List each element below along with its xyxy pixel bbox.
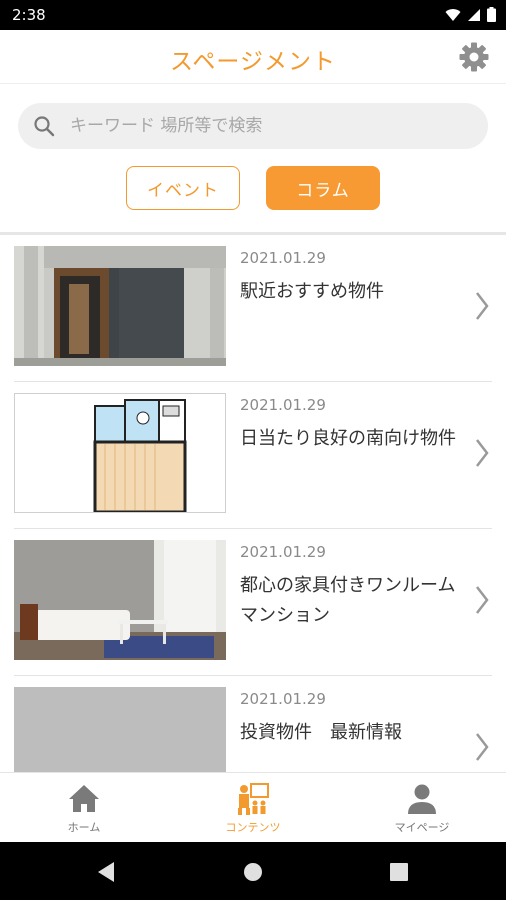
list-item[interactable]: 2021.01.29 駅近おすすめ物件: [0, 235, 506, 382]
system-nav-bar: [0, 842, 506, 900]
article-date: 2021.01.29: [240, 396, 326, 414]
list-item[interactable]: 2021.01.29 投資物件 最新情報: [0, 676, 506, 772]
bottom-tab-bar: ホーム コンテンツ マイページ: [0, 772, 506, 842]
tab-home[interactable]: ホーム: [0, 773, 168, 843]
article-date: 2021.01.29: [240, 690, 326, 708]
status-bar: 2:38: [0, 0, 506, 30]
article-list: 2021.01.29 駅近おすすめ物件 2021.01.29 日当たり良好の南向…: [0, 235, 506, 772]
tab-label: マイページ: [394, 821, 450, 834]
chevron-right-icon: [474, 291, 490, 321]
article-title: 日当たり良好の南向け物件: [240, 428, 456, 449]
app-header: スページメント: [0, 30, 506, 84]
search-bar: [18, 103, 488, 149]
event-filter-button[interactable]: イベント: [126, 166, 240, 210]
back-icon[interactable]: [96, 861, 116, 887]
list-item[interactable]: 2021.01.29 都心の家具付きワンルームマンション: [0, 529, 506, 676]
chevron-right-icon: [474, 732, 490, 762]
article-title: 駅近おすすめ物件: [240, 281, 384, 302]
home-circle-icon[interactable]: [243, 862, 263, 886]
recents-icon[interactable]: [390, 863, 408, 885]
status-icons: [445, 7, 496, 26]
chevron-right-icon: [474, 585, 490, 615]
wifi-icon: [445, 7, 461, 26]
tab-label: ホーム: [67, 821, 101, 834]
floor-plan-image: [14, 393, 226, 513]
tab-label: コンテンツ: [225, 821, 281, 834]
tab-contents[interactable]: コンテンツ: [169, 773, 337, 843]
signal-icon: [467, 7, 481, 26]
column-filter-button[interactable]: コラム: [266, 166, 380, 210]
article-title: 都心の家具付きワンルームマンション: [240, 575, 456, 626]
search-icon: [32, 114, 56, 138]
building-entrance-photo: [14, 246, 226, 366]
tab-mypage[interactable]: マイページ: [338, 773, 506, 843]
placeholder-image: [14, 687, 226, 772]
chevron-right-icon: [474, 438, 490, 468]
article-date: 2021.01.29: [240, 543, 326, 561]
home-icon: [64, 781, 104, 817]
page-title: スページメント: [170, 49, 336, 75]
battery-icon: [487, 7, 496, 26]
search-input[interactable]: [70, 103, 470, 149]
person-icon: [402, 781, 442, 817]
article-date: 2021.01.29: [240, 249, 326, 267]
article-title: 投資物件 最新情報: [240, 722, 402, 743]
furnished-room-photo: [14, 540, 226, 660]
contents-icon: [233, 781, 273, 817]
status-time: 2:38: [12, 6, 46, 24]
list-item[interactable]: 2021.01.29 日当たり良好の南向け物件: [0, 382, 506, 529]
gear-icon[interactable]: [458, 41, 490, 73]
